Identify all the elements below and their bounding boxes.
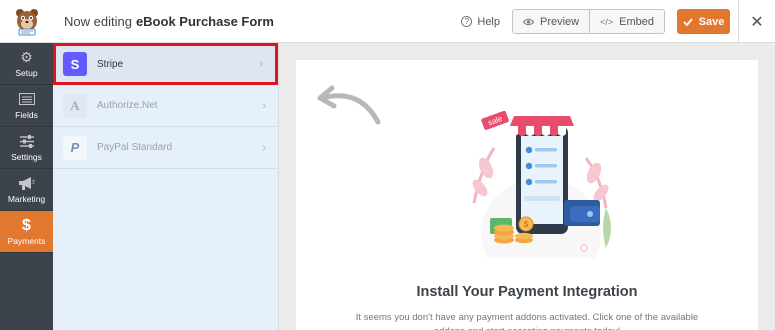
gear-icon: ⚙: [20, 48, 33, 65]
payment-item-authorize-net[interactable]: A Authorize.Net ›: [53, 85, 278, 127]
help-icon: ?: [461, 16, 473, 27]
help-link[interactable]: ? Help: [461, 16, 500, 28]
page-title: Now editing eBook Purchase Form: [64, 14, 274, 29]
svg-text:$: $: [524, 220, 529, 229]
authorize-net-icon: A: [63, 93, 87, 118]
sidebar-item-label: Settings: [11, 151, 42, 162]
payment-item-paypal-standard[interactable]: P PayPal Standard ›: [53, 127, 278, 169]
empty-state-text: It seems you don't have any payment addo…: [355, 312, 699, 330]
close-button[interactable]: ✕: [738, 0, 775, 43]
form-name: eBook Purchase Form: [135, 13, 274, 29]
preview-label: Preview: [540, 15, 580, 28]
sidebar-item-marketing[interactable]: Marketing: [0, 169, 53, 211]
sliders-icon: [19, 134, 35, 149]
save-label: Save: [698, 15, 725, 28]
dollar-icon: $: [22, 216, 31, 234]
stripe-icon: S: [63, 52, 87, 76]
payment-illustration: sale $: [472, 110, 611, 258]
list-icon: [18, 92, 35, 107]
sidebar-item-label: Fields: [15, 109, 38, 120]
code-icon: </>: [600, 16, 614, 27]
preview-embed-group: Preview </> Embed: [512, 9, 665, 34]
empty-state-title: Install Your Payment Integration: [416, 284, 638, 300]
sidebar-item-label: Setup: [15, 67, 38, 78]
app-window: Now editing eBook Purchase Form ? Help P…: [0, 0, 775, 330]
chevron-right-icon: ›: [259, 58, 263, 70]
curved-arrow-icon: [317, 85, 381, 125]
payment-item-stripe[interactable]: S Stripe ›: [53, 43, 278, 85]
help-label: Help: [477, 15, 500, 28]
wpforms-logo: [0, 0, 53, 43]
payment-item-label: Authorize.Net: [97, 100, 158, 111]
payment-item-label: Stripe: [97, 58, 124, 70]
chevron-right-icon: ›: [262, 99, 266, 112]
sidebar-item-payments[interactable]: $ Payments: [0, 211, 53, 253]
embed-label: Embed: [619, 15, 654, 28]
embed-button[interactable]: </> Embed: [589, 10, 664, 33]
sidebar-item-label: Payments: [7, 235, 46, 246]
builder-sidebar: ⚙ Setup Fields Settings Marketing $ Paym…: [0, 43, 53, 330]
check-icon: [683, 17, 693, 26]
top-bar: Now editing eBook Purchase Form ? Help P…: [0, 0, 775, 43]
main-area: sale $ Install Your Payment Integration …: [279, 43, 775, 330]
payment-item-label: PayPal Standard: [97, 142, 173, 153]
payments-panel: S Stripe › A Authorize.Net › P PayPal St…: [53, 43, 279, 330]
save-button[interactable]: Save: [677, 9, 730, 34]
paypal-icon: P: [63, 135, 87, 160]
preview-button[interactable]: Preview: [513, 10, 590, 33]
title-prefix: Now editing: [64, 13, 132, 29]
sidebar-item-label: Marketing: [7, 193, 46, 204]
eye-icon: [523, 18, 534, 25]
close-icon: ✕: [750, 13, 764, 31]
sidebar-item-fields[interactable]: Fields: [0, 85, 53, 127]
megaphone-icon: [18, 176, 35, 191]
sidebar-item-settings[interactable]: Settings: [0, 127, 53, 169]
empty-state-card: sale $ Install Your Payment Integration …: [296, 60, 758, 330]
sidebar-item-setup[interactable]: ⚙ Setup: [0, 43, 53, 85]
chevron-right-icon: ›: [262, 141, 266, 154]
